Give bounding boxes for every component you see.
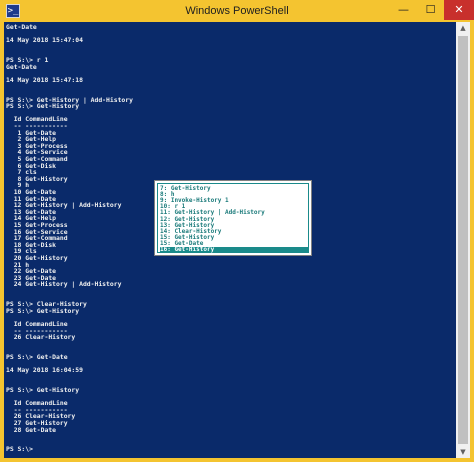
scrollbar-thumb[interactable] xyxy=(458,36,468,444)
command-history-popup: 7: Get-History 8: h 9: Invoke-History 1 10:… xyxy=(154,180,312,256)
history-list: 7: Get-History 8: h 9: Invoke-History 1 10:… xyxy=(157,183,309,254)
console-line: 24 Get-History | Add-History xyxy=(6,280,122,289)
scroll-down-arrow-icon[interactable]: ▼ xyxy=(456,446,470,458)
console-line: Get-Date xyxy=(6,23,37,31)
scroll-up-arrow-icon[interactable]: ▲ xyxy=(456,22,470,34)
console-line: 28 Get-Date xyxy=(6,425,57,434)
powershell-window: >_ Windows PowerShell — ☐ ✕ Get-Date 14 M… xyxy=(0,0,474,462)
console-line: 26 Clear-History xyxy=(6,333,76,342)
console-line: PS S:\> Get-History xyxy=(6,102,80,111)
console-line: PS S:\> xyxy=(6,445,33,454)
console-line: PS S:\> Get-History xyxy=(6,306,80,315)
close-button[interactable]: ✕ xyxy=(444,0,474,20)
title-bar[interactable]: >_ Windows PowerShell — ☐ ✕ xyxy=(0,0,474,22)
console-line: PS S:\> Get-Date xyxy=(6,353,68,361)
console-line: 14 May 2018 15:47:04 xyxy=(6,36,83,45)
minimize-button[interactable]: — xyxy=(390,0,417,20)
history-popup-item[interactable]: 16: Get-History xyxy=(160,246,308,254)
console-line: 14 May 2018 16:04:59 xyxy=(6,366,83,375)
console-line: Get-Date xyxy=(6,62,37,71)
vertical-scrollbar[interactable]: ▲ ▼ xyxy=(456,22,470,458)
console-line: 14 May 2018 15:47:18 xyxy=(6,75,83,84)
maximize-button[interactable]: ☐ xyxy=(417,0,444,20)
console-line: PS S:\> Get-History xyxy=(6,386,80,394)
